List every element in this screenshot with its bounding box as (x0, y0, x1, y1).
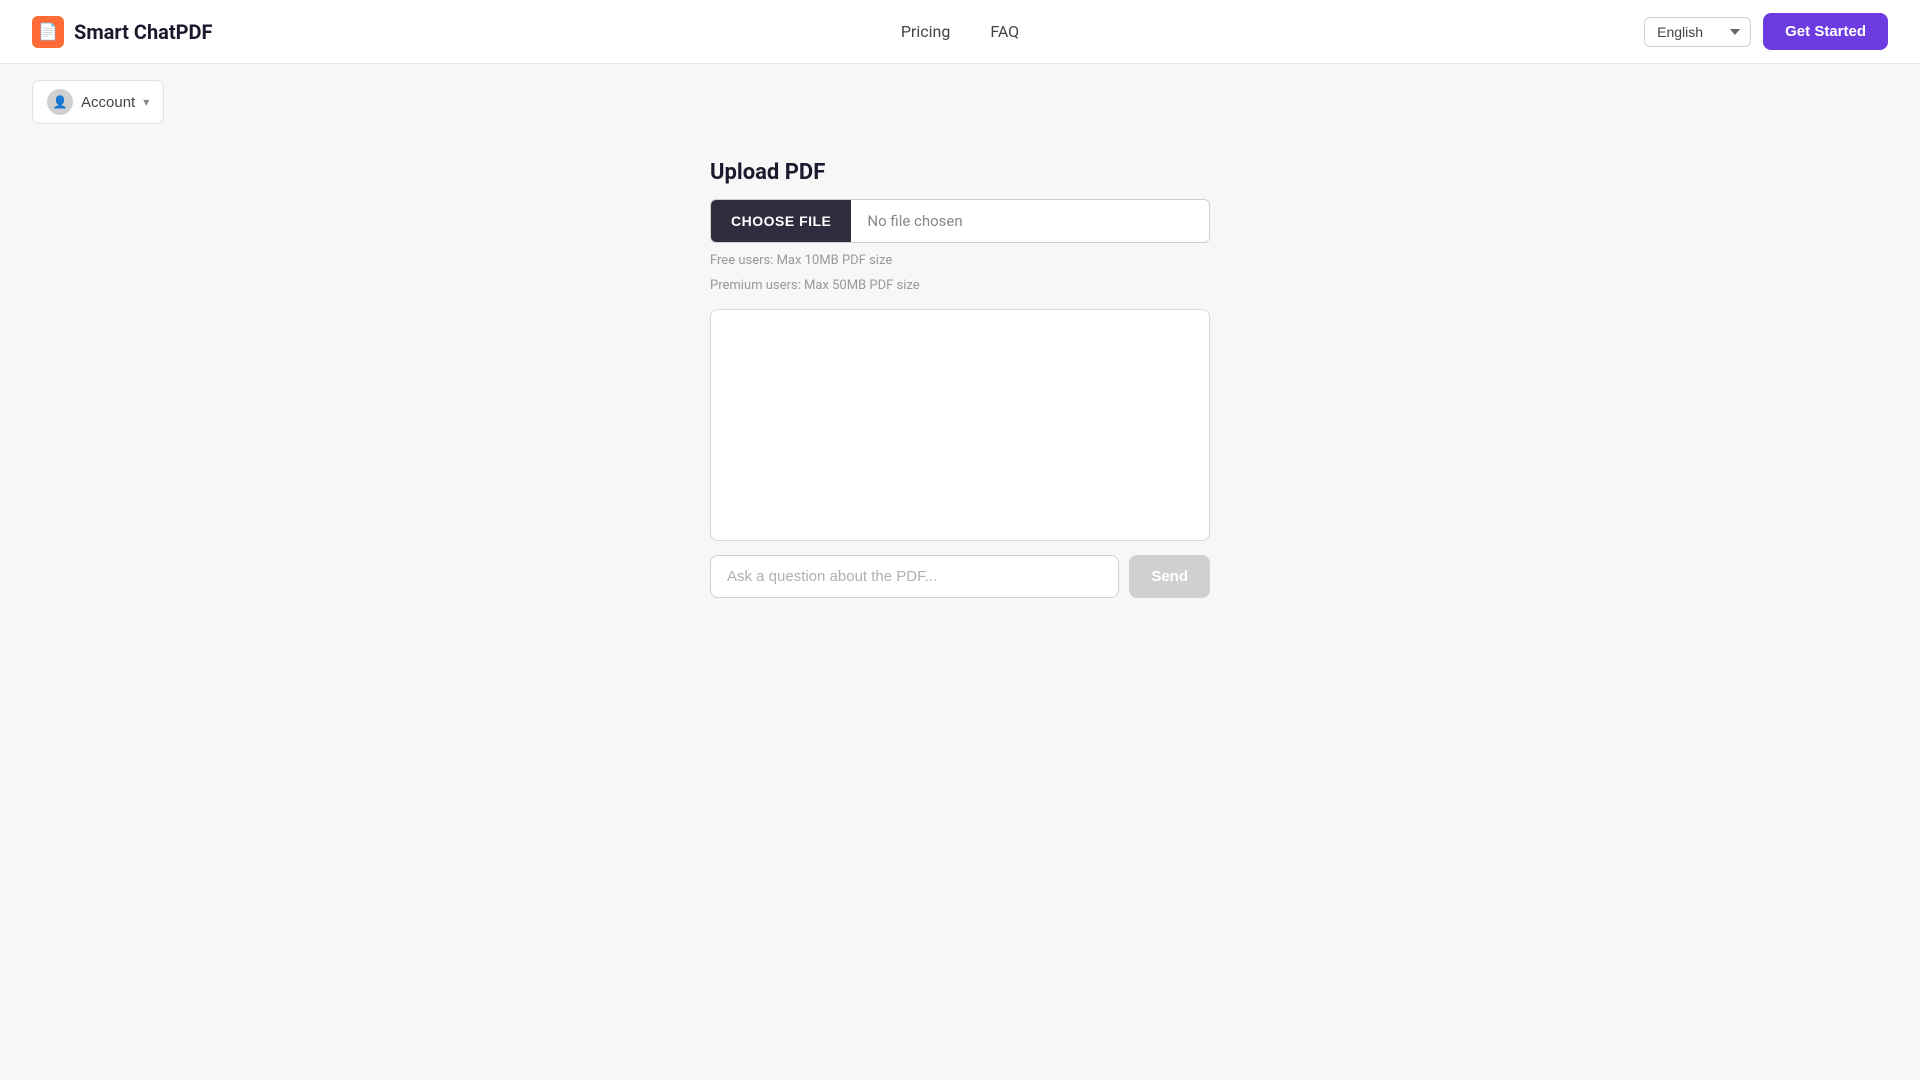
file-input-row: CHOOSE FILE No file chosen (710, 199, 1210, 243)
main-content: Upload PDF CHOOSE FILE No file chosen Fr… (0, 140, 1920, 638)
upload-title: Upload PDF (710, 160, 1210, 185)
header-right: English Spanish French German Chinese Ja… (1644, 13, 1888, 50)
sub-header: 👤 Account ▾ (0, 64, 1920, 140)
header: 📄 Smart ChatPDF Pricing FAQ English Span… (0, 0, 1920, 64)
chat-display-area (710, 309, 1210, 541)
question-input[interactable] (710, 555, 1119, 598)
language-select[interactable]: English Spanish French German Chinese Ja… (1644, 17, 1751, 47)
logo-area: 📄 Smart ChatPDF (32, 16, 213, 48)
file-info-premium: Premium users: Max 50MB PDF size (710, 276, 1210, 297)
file-info-free: Free users: Max 10MB PDF size (710, 251, 1210, 272)
chevron-down-icon: ▾ (143, 95, 149, 109)
pricing-link[interactable]: Pricing (901, 22, 951, 41)
account-label: Account (81, 94, 135, 111)
input-row: Send (710, 555, 1210, 598)
app-logo-icon: 📄 (32, 16, 64, 48)
account-avatar: 👤 (47, 89, 73, 115)
get-started-button[interactable]: Get Started (1763, 13, 1888, 50)
faq-link[interactable]: FAQ (990, 22, 1019, 41)
send-button[interactable]: Send (1129, 555, 1210, 598)
upload-section: Upload PDF CHOOSE FILE No file chosen Fr… (710, 160, 1210, 297)
app-title: Smart ChatPDF (74, 20, 213, 44)
account-button[interactable]: 👤 Account ▾ (32, 80, 164, 124)
main-nav: Pricing FAQ (901, 22, 1019, 41)
choose-file-button[interactable]: CHOOSE FILE (711, 200, 851, 242)
file-name-display: No file chosen (851, 200, 1209, 242)
